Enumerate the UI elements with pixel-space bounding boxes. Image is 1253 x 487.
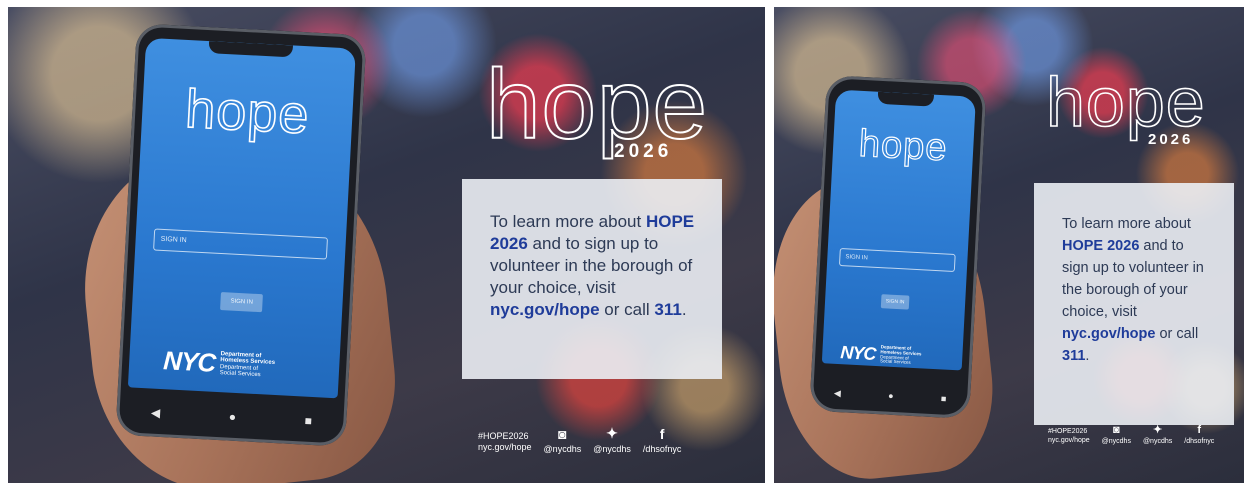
info-text: or call	[1155, 326, 1199, 342]
hope-logo-title: hope	[1045, 63, 1206, 141]
twitter-link[interactable]: ✦ @nycdhs	[1143, 423, 1172, 445]
facebook-handle: /dhsofnyc	[642, 444, 682, 454]
twitter-handle: @nycdhs	[593, 444, 631, 454]
footer-tag: #HOPE2026 nyc.gov/hope	[1048, 427, 1090, 445]
footer-tag: #HOPE2026 nyc.gov/hope	[478, 431, 532, 454]
facebook-link[interactable]: f /dhsofnyc	[643, 426, 682, 454]
twitter-icon: ✦	[606, 425, 618, 441]
facebook-icon: f	[659, 426, 665, 442]
social-footer: #HOPE2026 nyc.gov/hope ◙ @nycdhs ✦ @nycd…	[1048, 423, 1226, 445]
twitter-icon: ✦	[1152, 424, 1163, 436]
hope-logo-title: hope	[485, 49, 709, 159]
nyc-logo: NYC	[839, 342, 876, 364]
phone-screen: hope SIGN IN SIGN IN NYC Department of H…	[821, 89, 976, 371]
phone-number[interactable]: 311	[654, 300, 681, 319]
info-text: .	[1085, 348, 1090, 364]
phone-notch	[208, 41, 293, 58]
app-logo: hope	[857, 122, 949, 170]
signin-button[interactable]: SIGN IN	[880, 294, 910, 310]
facebook-handle: /dhsofnyc	[1184, 438, 1215, 445]
website-link[interactable]: nyc.gov/hope	[1062, 326, 1155, 342]
phone-mockup: hope SIGN IN SIGN IN NYC Department of H…	[115, 23, 367, 447]
phone-navbar: ◀ ● ■	[810, 379, 971, 413]
flyer-panel-small: hope SIGN IN SIGN IN NYC Department of H…	[774, 7, 1244, 483]
footer-url[interactable]: nyc.gov/hope	[1048, 436, 1090, 445]
phone-navbar: ◀ ● ■	[116, 395, 347, 439]
hashtag: #HOPE2026	[478, 430, 529, 441]
agency-line-4: Social Services	[879, 358, 911, 366]
agency-name: Department of Homeless Services Departme…	[879, 344, 922, 366]
hashtag: #HOPE2026	[1048, 427, 1088, 435]
recent-apps-icon[interactable]: ■	[304, 414, 312, 428]
signin-input[interactable]: SIGN IN	[838, 247, 956, 273]
instagram-link[interactable]: ◙ @nycdhs	[1102, 424, 1131, 445]
hope-2026-highlight: HOPE 2026	[1062, 238, 1140, 254]
phone-screen: hope SIGN IN SIGN IN NYC Department of H…	[127, 37, 356, 399]
back-icon[interactable]: ◀	[151, 406, 161, 420]
phone-mockup: hope SIGN IN SIGN IN NYC Department of H…	[809, 75, 987, 419]
home-icon[interactable]: ●	[888, 391, 894, 401]
instagram-icon: ◙	[1112, 424, 1120, 436]
instagram-link[interactable]: ◙ @nycdhs	[544, 426, 582, 454]
info-card: To learn more about HOPE 2026 and to sig…	[1034, 183, 1234, 425]
nyc-logo: NYC	[162, 345, 216, 378]
back-icon[interactable]: ◀	[834, 387, 841, 398]
phone-notch	[877, 91, 935, 107]
twitter-handle: @nycdhs	[1142, 438, 1173, 445]
twitter-link[interactable]: ✦ @nycdhs	[593, 425, 631, 454]
agency-logo: NYC Department of Homeless Services Depa…	[163, 345, 276, 382]
app-logo: hope	[183, 78, 312, 146]
hope-logo-year: 2026	[614, 141, 673, 162]
social-footer: #HOPE2026 nyc.gov/hope ◙ @nycdhs ✦ @nycd…	[478, 425, 693, 454]
signin-input[interactable]: SIGN IN	[153, 228, 328, 260]
instagram-handle: @nycdhs	[1101, 438, 1131, 445]
info-card: To learn more about HOPE 2026 and to sig…	[462, 179, 722, 379]
agency-name: Department of Homeless Services Departme…	[219, 351, 276, 379]
info-text: To learn more about	[490, 212, 642, 231]
instagram-handle: @nycdhs	[543, 444, 582, 454]
instagram-icon: ◙	[558, 426, 567, 442]
recent-apps-icon[interactable]: ■	[941, 393, 947, 403]
agency-logo: NYC Department of Homeless Services Depa…	[840, 342, 922, 367]
phone-number[interactable]: 311	[1062, 348, 1085, 364]
facebook-icon: f	[1197, 424, 1202, 436]
facebook-link[interactable]: f /dhsofnyc	[1184, 424, 1214, 445]
flyer-panel-large: hope SIGN IN SIGN IN NYC Department of H…	[8, 7, 765, 483]
home-icon[interactable]: ●	[228, 410, 236, 424]
hope-logo-year: 2026	[1148, 131, 1194, 148]
info-text: To learn more about	[1062, 216, 1191, 232]
info-text: or call	[599, 300, 655, 319]
signin-button[interactable]: SIGN IN	[220, 292, 264, 313]
footer-url[interactable]: nyc.gov/hope	[478, 442, 532, 454]
info-text: .	[681, 300, 687, 319]
website-link[interactable]: nyc.gov/hope	[490, 300, 600, 319]
